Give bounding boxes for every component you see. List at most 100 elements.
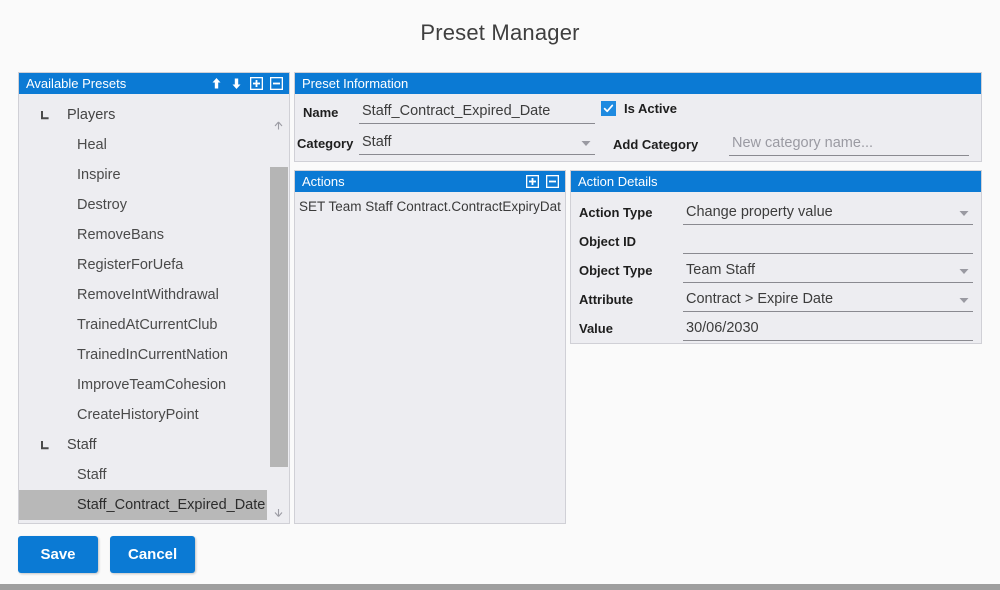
preset-information-panel: Preset Information Name Staff_Contract_E…: [294, 72, 982, 162]
name-input[interactable]: Staff_Contract_Expired_Date: [359, 100, 595, 124]
cancel-button[interactable]: Cancel: [110, 536, 196, 573]
tree-item[interactable]: TrainedAtCurrentClub: [19, 310, 267, 340]
actions-list[interactable]: SET Team Staff Contract.ContractExpiryDa…: [295, 192, 565, 523]
tree-item[interactable]: Staff_Contract_Expired_Date: [19, 490, 267, 520]
move-up-icon[interactable]: [209, 77, 223, 91]
actions-toolbar: [525, 175, 565, 189]
tree-item-label: Destroy: [77, 197, 127, 213]
chevron-down-icon[interactable]: [581, 140, 591, 147]
chevron-down-icon[interactable]: [959, 268, 969, 275]
tree-item-label: TrainedInCurrentNation: [77, 347, 228, 363]
add-category-label: Add Category: [613, 136, 699, 152]
checkbox-checked-icon[interactable]: [601, 101, 616, 116]
tree-item-label: Inspire: [77, 167, 121, 183]
remove-preset-icon[interactable]: [269, 77, 283, 91]
category-selected-value: Staff: [362, 134, 392, 150]
add-action-icon[interactable]: [525, 175, 539, 189]
tree-item[interactable]: Heal: [19, 130, 267, 160]
action-detail-label: Object Type: [579, 263, 653, 278]
chevron-down-icon[interactable]: [959, 210, 969, 217]
action-detail-row: Attribute Contract > Expire Date: [579, 285, 973, 314]
action-detail-label: Value: [579, 321, 613, 336]
tree-item[interactable]: CreateHistoryPoint: [19, 400, 267, 430]
tree-expander-icon[interactable]: [35, 106, 53, 124]
scroll-up-arrow-icon[interactable]: [268, 115, 288, 135]
add-category-row: Add Category New category name...: [613, 132, 969, 156]
action-detail-label: Object ID: [579, 234, 637, 249]
preset-information-title: Preset Information: [302, 76, 409, 91]
action-detail-select[interactable]: Change property value: [683, 201, 973, 225]
tree-item-label: RegisterForUefa: [77, 257, 184, 273]
scroll-down-arrow-icon[interactable]: [268, 502, 288, 522]
available-presets-panel: Available Presets Players Heal Inspire Dest…: [18, 72, 290, 524]
tree-item[interactable]: ImproveTeamCohesion: [19, 370, 267, 400]
chevron-down-icon[interactable]: [959, 297, 969, 304]
tree-item[interactable]: Players: [19, 100, 267, 130]
tree-item-label: RemoveIntWithdrawal: [77, 287, 219, 303]
is-active-checkbox[interactable]: Is Active: [601, 101, 677, 116]
tree-item[interactable]: Staff: [19, 460, 267, 490]
tree-item[interactable]: TrainedInCurrentNation: [19, 340, 267, 370]
page-title: Preset Manager: [420, 20, 580, 45]
tree-item[interactable]: RemoveBans: [19, 220, 267, 250]
available-presets-header: Available Presets: [19, 73, 289, 94]
action-detail-value: Team Staff: [686, 261, 756, 278]
scrollbar-track[interactable]: [268, 135, 288, 502]
presets-tree[interactable]: Players Heal Inspire Destroy RemoveBans Regis…: [19, 94, 267, 523]
tree-expander-icon[interactable]: [35, 436, 53, 454]
tree-item-label: Players: [67, 107, 116, 123]
action-detail-input[interactable]: 30/06/2030: [683, 317, 973, 341]
action-detail-label: Attribute: [579, 292, 634, 307]
category-select[interactable]: Staff: [359, 131, 595, 155]
save-button[interactable]: Save: [18, 536, 98, 573]
action-details-panel: Action Details Action Type Change propert…: [570, 170, 982, 344]
tree-item[interactable]: Staff: [19, 430, 267, 460]
action-detail-value: Change property value: [686, 203, 833, 220]
tree-item-label: Heal: [77, 137, 107, 153]
action-detail-select[interactable]: Team Staff: [683, 259, 973, 283]
actions-panel: Actions SET Team Staff Contract.Contract…: [294, 170, 566, 524]
category-row: Category Staff: [297, 131, 595, 155]
action-detail-value: 30/06/2030: [686, 319, 759, 336]
available-presets-title: Available Presets: [26, 76, 127, 91]
tree-item[interactable]: RemoveIntWithdrawal: [19, 280, 267, 310]
actions-header: Actions: [295, 171, 565, 192]
tree-item-label: ImproveTeamCohesion: [77, 377, 227, 393]
category-label: Category: [297, 135, 354, 151]
tree-item-label: Staff_Contract_Expired_Date: [77, 497, 266, 513]
action-list-item[interactable]: SET Team Staff Contract.ContractExpiryDa…: [297, 196, 565, 218]
action-detail-value: Contract > Expire Date: [686, 290, 834, 307]
action-detail-row: Object Type Team Staff: [579, 256, 973, 285]
action-detail-row: Value 30/06/2030: [579, 314, 973, 343]
bottom-status-bar: [0, 584, 1000, 590]
move-down-icon[interactable]: [229, 77, 243, 91]
tree-item-label: CreateHistoryPoint: [77, 407, 199, 423]
preset-information-header: Preset Information: [295, 73, 981, 94]
action-detail-row: Object ID: [579, 227, 973, 256]
remove-action-icon[interactable]: [545, 175, 559, 189]
action-detail-select[interactable]: Contract > Expire Date: [683, 288, 973, 312]
scrollbar-thumb[interactable]: [270, 167, 288, 467]
action-detail-input[interactable]: [683, 230, 973, 254]
action-detail-row: Action Type Change property value: [579, 198, 973, 227]
presets-scrollbar[interactable]: [268, 115, 288, 522]
action-details-title: Action Details: [578, 174, 658, 189]
name-row: Name Staff_Contract_Expired_Date: [303, 100, 595, 124]
add-preset-icon[interactable]: [249, 77, 263, 91]
tree-item-label: RemoveBans: [77, 227, 165, 243]
is-active-label: Is Active: [624, 101, 677, 116]
action-details-body: Action Type Change property value Object I…: [571, 192, 981, 343]
tree-item-label: Staff: [67, 437, 97, 453]
tree-item[interactable]: RegisterForUefa: [19, 250, 267, 280]
actions-title: Actions: [302, 174, 345, 189]
presets-tree-area: Players Heal Inspire Destroy RemoveBans Regis…: [19, 94, 289, 523]
tree-item-label: TrainedAtCurrentClub: [77, 317, 218, 333]
tree-item[interactable]: Inspire: [19, 160, 267, 190]
available-presets-toolbar: [209, 77, 289, 91]
tree-item[interactable]: Destroy: [19, 190, 267, 220]
name-label: Name: [303, 104, 339, 120]
add-category-input[interactable]: New category name...: [729, 132, 969, 156]
action-details-header: Action Details: [571, 171, 981, 192]
action-detail-label: Action Type: [579, 205, 653, 220]
dialog-footer: Save Cancel: [18, 536, 196, 573]
